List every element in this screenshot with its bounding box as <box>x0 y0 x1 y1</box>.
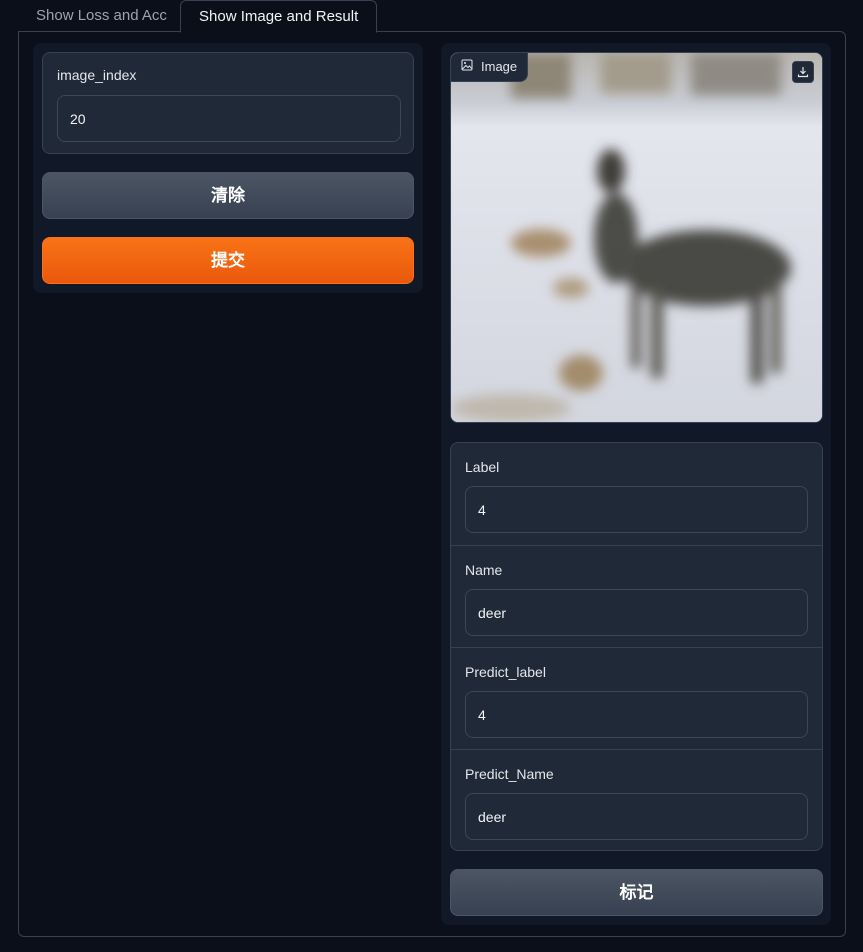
download-icon[interactable] <box>792 61 814 83</box>
result-group: Label Name Predict_label Predict_Name <box>450 442 823 851</box>
clear-button[interactable]: 清除 <box>42 172 414 219</box>
result-row-predict-label: Predict_label <box>451 647 822 749</box>
result-row-predict-name: Predict_Name <box>451 749 822 850</box>
predict-name-output[interactable] <box>465 793 808 840</box>
name-output[interactable] <box>465 589 808 636</box>
image-badge-label: Image <box>481 59 518 74</box>
image-index-block: image_index <box>42 52 414 154</box>
predict-name-field-label: Predict_Name <box>465 766 554 782</box>
tab-show-image-and-result[interactable]: Show Image and Result <box>180 0 378 33</box>
label-output[interactable] <box>465 486 808 533</box>
predict-label-field-label: Predict_label <box>465 664 546 680</box>
submit-button[interactable]: 提交 <box>42 237 414 284</box>
result-row-name: Name <box>451 545 822 647</box>
image-index-input[interactable] <box>57 95 401 142</box>
image-icon <box>461 53 473 81</box>
image-output: Image <box>450 52 823 423</box>
label-field-label: Label <box>465 459 500 475</box>
tab-bar: Show Loss and Acc Show Image and Result <box>18 0 846 33</box>
image-index-label: image_index <box>57 67 137 83</box>
tab-show-loss-and-acc[interactable]: Show Loss and Acc <box>18 0 185 32</box>
flag-button[interactable]: 标记 <box>450 869 823 916</box>
image-badge: Image <box>451 53 529 82</box>
result-row-label: Label <box>451 443 822 545</box>
predict-label-output[interactable] <box>465 691 808 738</box>
deer-photo <box>451 53 822 422</box>
name-field-label: Name <box>465 562 503 578</box>
